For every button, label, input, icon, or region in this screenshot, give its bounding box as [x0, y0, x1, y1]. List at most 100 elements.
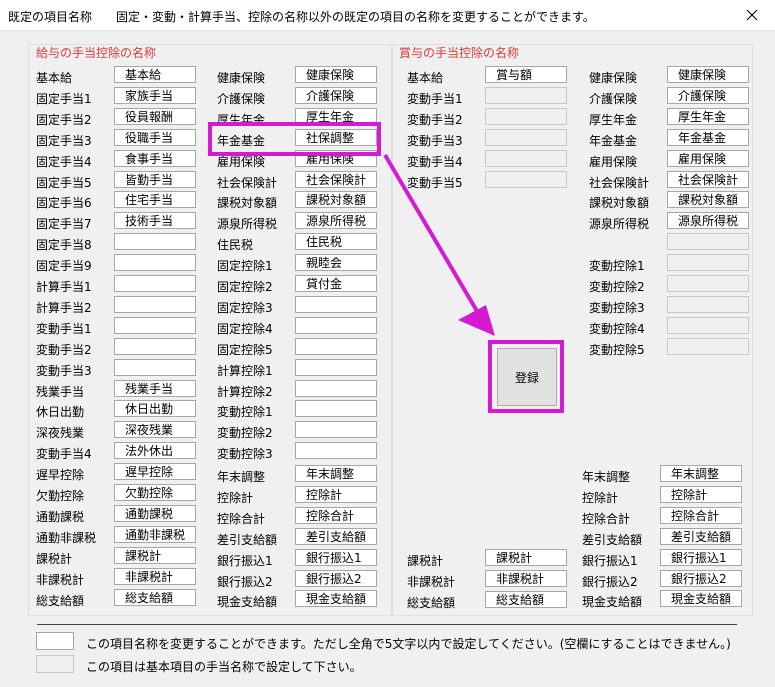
name-input[interactable]	[114, 254, 196, 272]
name-input[interactable]: 年末調整	[660, 465, 742, 482]
name-input[interactable]	[114, 295, 196, 313]
name-input[interactable]: 法外休出	[114, 442, 196, 460]
name-input[interactable]: 介護保険	[295, 86, 377, 104]
name-input[interactable]: 通勤課税	[114, 504, 196, 522]
name-input[interactable]: 社会保険計	[295, 170, 377, 188]
name-input[interactable]: 差引支給額	[295, 527, 377, 545]
name-input[interactable]: 銀行振込1	[660, 548, 742, 566]
name-input[interactable]: 年末調整	[295, 465, 377, 482]
name-input[interactable]: 銀行振込1	[295, 548, 377, 566]
name-input[interactable]: 銀行振込2	[295, 569, 377, 587]
field-label: 住民税	[217, 238, 254, 253]
field-label: 健康保険	[217, 71, 266, 85]
name-input[interactable]: 課税対象額	[295, 191, 377, 209]
name-input[interactable]: 残業手当	[114, 379, 196, 397]
field-label: 固定控除1	[217, 259, 273, 274]
name-input[interactable]: 賞与額	[485, 66, 567, 83]
field-label: 固定控除4	[217, 321, 273, 336]
name-input[interactable]: 課税対象額	[667, 191, 749, 209]
name-input[interactable]: 非課税計	[114, 567, 196, 585]
name-input[interactable]	[114, 337, 196, 355]
name-input[interactable]: 介護保険	[667, 86, 749, 104]
field-label: 固定手当9	[36, 259, 92, 274]
name-input[interactable]: 年金基金	[667, 128, 749, 146]
field-label: 変動控除1	[589, 259, 645, 274]
name-input[interactable]: 控除計	[295, 485, 377, 503]
name-input[interactable]: 課税計	[114, 546, 196, 564]
name-input[interactable]: 遅早控除	[114, 463, 196, 481]
name-input[interactable]: 食事手当	[114, 149, 196, 167]
name-input[interactable]	[114, 233, 196, 251]
name-input[interactable]: 厚生年金	[295, 107, 377, 125]
name-input	[667, 275, 749, 292]
name-input[interactable]: 休日出勤	[114, 400, 196, 418]
name-input[interactable]: 控除合計	[660, 506, 742, 524]
name-input[interactable]: 総支給額	[485, 590, 567, 608]
name-input[interactable]: 厚生年金	[667, 107, 749, 125]
field-label: 現金支給額	[582, 595, 643, 610]
name-input[interactable]	[295, 400, 377, 418]
name-input[interactable]: 現金支給額	[660, 590, 742, 608]
name-input[interactable]: 健康保険	[667, 66, 749, 83]
field-label: 変動手当3	[36, 363, 92, 378]
name-input[interactable]	[295, 358, 377, 376]
legend-divider	[37, 624, 737, 625]
field-label: 雇用保険	[217, 154, 266, 169]
field-label: 変動控除1	[217, 405, 273, 420]
name-input[interactable]	[295, 379, 377, 397]
field-label: 総支給額	[407, 595, 456, 610]
name-input[interactable]	[295, 316, 377, 334]
name-input[interactable]: 通勤非課税	[114, 525, 196, 543]
field-label: 固定控除5	[217, 342, 273, 357]
field-label: 固定控除3	[217, 300, 273, 315]
close-icon	[746, 9, 758, 21]
name-input[interactable]: 住宅手当	[114, 191, 196, 209]
name-input[interactable]: 源泉所得税	[295, 212, 377, 230]
close-button[interactable]	[729, 0, 775, 30]
name-input	[485, 107, 567, 125]
name-input[interactable]: 非課税計	[485, 569, 567, 587]
name-input[interactable]: 控除計	[660, 485, 742, 503]
name-input[interactable]	[114, 358, 196, 376]
field-label: 非課税計	[407, 574, 456, 589]
name-input[interactable]: 皆勤手当	[114, 170, 196, 188]
field-label: 変動控除2	[589, 280, 645, 294]
name-input[interactable]: 役職手当	[114, 128, 196, 146]
name-input[interactable]: 健康保険	[295, 66, 377, 83]
name-input[interactable]	[114, 316, 196, 334]
field-label: 固定控除2	[217, 280, 273, 294]
name-input[interactable]: 雇用保険	[295, 149, 377, 167]
field-label: 銀行振込1	[582, 553, 638, 568]
name-input[interactable]	[295, 442, 377, 460]
name-input[interactable]: 総支給額	[114, 588, 196, 606]
field-label: 年末調整	[582, 470, 631, 484]
register-button[interactable]: 登録	[497, 348, 557, 406]
name-input[interactable]: 課税計	[485, 549, 567, 566]
name-input[interactable]: 親睦会	[295, 254, 377, 272]
name-input[interactable]: 差引支給額	[660, 527, 742, 545]
name-input[interactable]: 控除合計	[295, 506, 377, 524]
name-input[interactable]: 基本給	[114, 66, 196, 83]
name-input[interactable]	[295, 295, 377, 313]
name-input[interactable]: 家族手当	[114, 86, 196, 104]
field-label: 課税対象額	[589, 196, 650, 211]
name-input[interactable]: 欠勤控除	[114, 484, 196, 501]
name-input[interactable]	[295, 337, 377, 355]
name-input[interactable]: 深夜残業	[114, 421, 196, 439]
name-input[interactable]: 現金支給額	[295, 590, 377, 608]
name-input[interactable]: 雇用保険	[667, 149, 749, 167]
name-input[interactable]: 社会保険計	[667, 170, 749, 188]
name-input[interactable]: 源泉所得税	[667, 212, 749, 230]
name-input[interactable]: 役員報酬	[114, 107, 196, 125]
name-input[interactable]: 銀行振込2	[660, 569, 742, 587]
name-input	[667, 316, 749, 334]
name-input[interactable]: 貸付金	[295, 275, 377, 292]
name-input[interactable]	[114, 275, 196, 292]
field-label: 課税対象額	[217, 196, 278, 211]
name-input	[667, 295, 749, 313]
name-input[interactable]: 社保調整	[295, 128, 377, 146]
name-input[interactable]: 技術手当	[114, 212, 196, 230]
name-input[interactable]: 住民税	[295, 233, 377, 251]
name-input[interactable]	[295, 421, 377, 439]
field-label: 変動手当1	[36, 321, 92, 336]
